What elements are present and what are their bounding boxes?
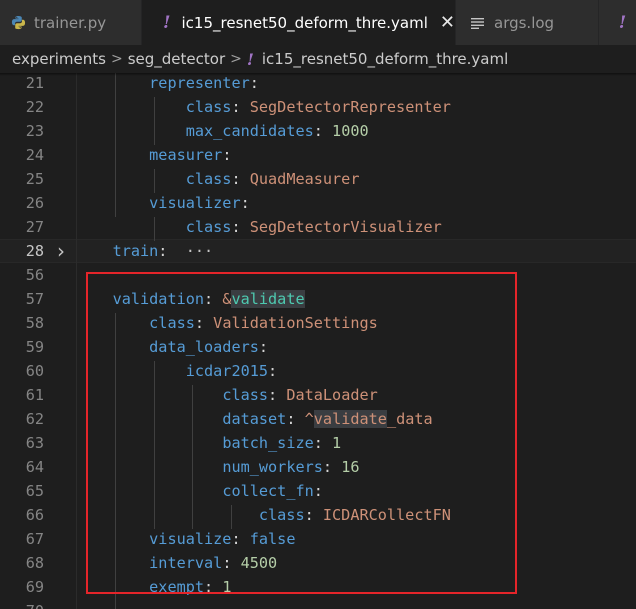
line-number: 22 [25, 98, 44, 116]
line-number: 59 [25, 338, 44, 356]
code-line[interactable]: 27 class: SegDetectorVisualizer [0, 215, 636, 239]
code-token: : [240, 194, 250, 212]
code-token: class [185, 170, 232, 188]
line-number: 63 [25, 434, 44, 452]
code-token: max_candidates [185, 122, 314, 140]
code-text: visualizer: [76, 191, 250, 215]
line-number: 64 [25, 458, 44, 476]
close-icon[interactable]: ✕ [440, 12, 455, 33]
code-text: class: SegDetectorRepresenter [76, 95, 451, 119]
tab-ic15-yaml[interactable]: ! ic15_resnet50_deform_thre.yaml ✕ [142, 0, 455, 45]
tab-args-log[interactable]: args.log [456, 0, 598, 45]
line-number: 23 [25, 122, 44, 140]
code-token: ··· [185, 242, 214, 260]
code-text: representer: [76, 73, 259, 95]
code-text: class: QuadMeasurer [76, 167, 360, 191]
code-token: : [222, 146, 232, 164]
line-number: 27 [25, 218, 44, 236]
code-token: : [231, 218, 250, 236]
code-token: : [231, 170, 250, 188]
line-number: 61 [25, 386, 44, 404]
tab-label: args.log [494, 13, 555, 32]
code-line[interactable]: 28 › train: ··· [0, 239, 636, 263]
code-line[interactable]: 23 max_candidates: 1000 [0, 119, 636, 143]
line-number: 65 [25, 482, 44, 500]
chevron-right-icon: > [230, 51, 242, 67]
code-line[interactable]: 21 representer: [0, 73, 636, 95]
breadcrumb-item-seg-detector[interactable]: seg_detector [128, 50, 225, 68]
highlight-box [86, 272, 517, 594]
code-text: train: ··· [76, 239, 214, 263]
code-token: train [112, 242, 159, 260]
breadcrumb-item-experiments[interactable]: experiments [12, 50, 106, 68]
code-text: class: SegDetectorVisualizer [76, 215, 442, 239]
code-line[interactable]: 25 class: QuadMeasurer [0, 167, 636, 191]
breadcrumb: experiments > seg_detector > ! ic15_resn… [0, 45, 636, 73]
tab-trainer-py[interactable]: trainer.py [0, 0, 141, 45]
code-text: measurer: [76, 143, 231, 167]
line-number: 60 [25, 362, 44, 380]
line-number: 67 [25, 530, 44, 548]
tab-bar: trainer.py ! ic15_resnet50_deform_thre.y… [0, 0, 636, 45]
code-token: : [313, 122, 333, 140]
indent-guide [76, 73, 77, 609]
code-token: QuadMeasurer [249, 170, 360, 188]
line-number: 26 [25, 194, 44, 212]
text-lines-icon [470, 17, 486, 29]
code-token: SegDetectorRepresenter [249, 98, 451, 116]
line-number: 28 [25, 242, 44, 260]
scroll-shadow [0, 73, 636, 76]
line-number: 58 [25, 314, 44, 332]
code-line[interactable]: 22 class: SegDetectorRepresenter [0, 95, 636, 119]
breadcrumb-item-file[interactable]: ic15_resnet50_deform_thre.yaml [262, 50, 508, 68]
python-file-icon [10, 15, 26, 30]
code-token: : [231, 98, 250, 116]
code-token: visualizer [149, 194, 241, 212]
code-token: class [185, 218, 232, 236]
line-number: 69 [25, 578, 44, 596]
code-token: 1000 [332, 122, 369, 140]
line-number: 21 [25, 74, 44, 92]
yaml-file-icon: ! [163, 12, 171, 33]
line-number: 25 [25, 170, 44, 188]
chevron-right-icon: > [110, 51, 123, 67]
line-number: 70 [0, 599, 44, 609]
tab-label: trainer.py [34, 13, 107, 32]
code-line[interactable]: 26 visualizer: [0, 191, 636, 215]
code-token: : [249, 74, 259, 92]
code-token: SegDetectorVisualizer [249, 218, 442, 236]
line-number: 57 [25, 290, 44, 308]
line-number: 62 [25, 410, 44, 428]
code-token: : [158, 242, 186, 260]
code-token: representer [149, 74, 250, 92]
code-text: max_candidates: 1000 [76, 119, 369, 143]
line-number: 56 [25, 266, 44, 284]
line-number: 66 [25, 506, 44, 524]
tab-label: ic15_resnet50_deform_thre.yaml [181, 13, 428, 32]
line-number: 68 [25, 554, 44, 572]
tab-overflow-yaml[interactable]: ! [599, 0, 636, 45]
code-line[interactable]: 70 [0, 599, 636, 609]
code-token: measurer [149, 146, 223, 164]
code-line[interactable]: 24 measurer: [0, 143, 636, 167]
fold-chevron-icon[interactable]: › [57, 239, 65, 263]
yaml-file-icon: ! [618, 12, 627, 33]
code-token: class [185, 98, 232, 116]
line-number: 24 [25, 146, 44, 164]
yaml-file-icon: ! [246, 49, 254, 69]
